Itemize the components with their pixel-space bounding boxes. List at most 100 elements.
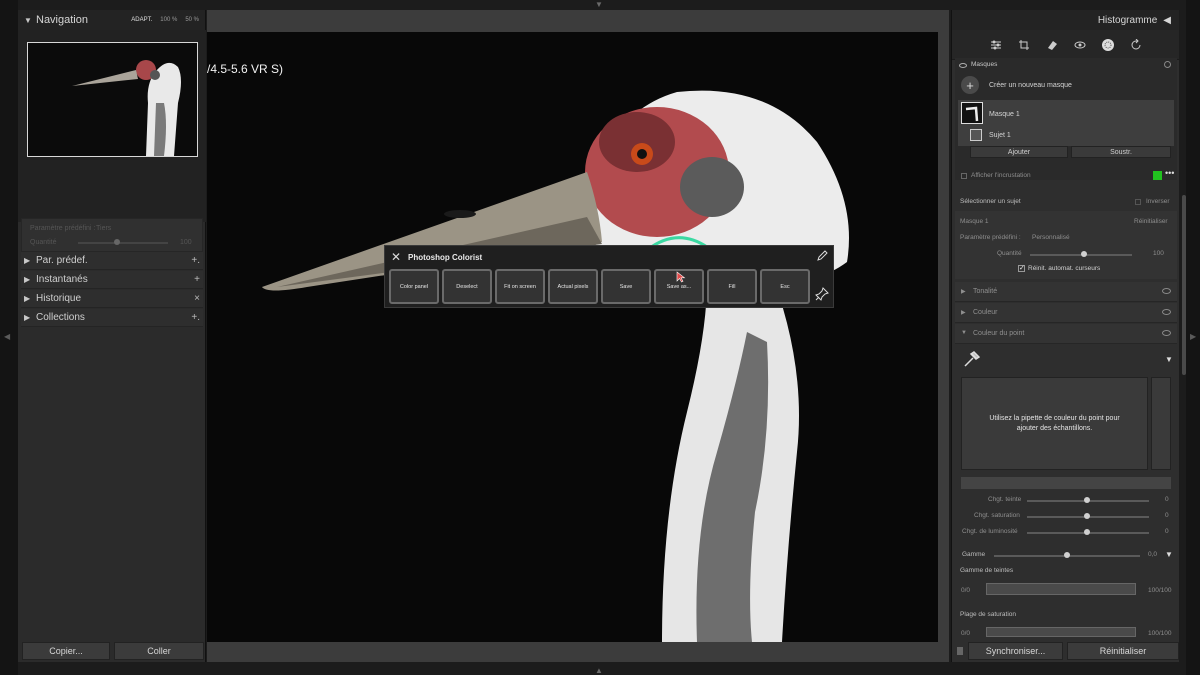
heal-eraser-icon[interactable] (1045, 38, 1059, 52)
fit-on-screen-button[interactable]: Fit on screen (495, 269, 545, 304)
collapse-triangle-icon[interactable]: ▼ (961, 330, 967, 336)
deselect-button[interactable]: Deselect (442, 269, 492, 304)
overlay-color-swatch[interactable] (1153, 171, 1162, 180)
subtract-button[interactable]: Soustr. (1071, 146, 1171, 158)
hue-shift-label: Chgt. teinte (988, 496, 1022, 503)
subject-icon[interactable] (970, 129, 982, 141)
histogram-title: Histogramme (1097, 14, 1158, 26)
range-knob[interactable] (1064, 552, 1070, 558)
crop-icon[interactable] (1017, 38, 1031, 52)
expand-triangle-icon[interactable]: ▶ (24, 313, 36, 322)
zoom-100-option[interactable]: 100 % (160, 17, 177, 23)
collapse-left-arrow-icon[interactable]: ◀ (4, 332, 10, 341)
faint-amount-knob (114, 239, 120, 245)
sat-shift-value: 0 (1165, 512, 1169, 519)
invert-checkbox[interactable] (1135, 199, 1141, 205)
right-panel-scrollbar[interactable] (1182, 195, 1186, 375)
mask-1-thumbnail[interactable] (961, 102, 983, 124)
collapse-bottom-arrow-icon[interactable]: ▲ (595, 666, 603, 675)
lum-shift-knob[interactable] (1084, 529, 1090, 535)
snapshots-section[interactable]: ▶ Instantanés + (21, 271, 203, 289)
zoom-50-option[interactable]: 50 % (185, 17, 199, 23)
actual-pixels-button[interactable]: Actual pixels (548, 269, 598, 304)
mask-reset-link[interactable]: Réinitialiser (1134, 218, 1168, 225)
collections-label: Collections (36, 312, 85, 323)
sat-range-bar[interactable] (986, 627, 1136, 637)
auto-reset-checkbox[interactable]: ✓ (1018, 265, 1025, 272)
masks-panel: Masques + Créer un nouveau masque Masque… (955, 58, 1177, 180)
preset-value[interactable]: Personnalisé (1032, 234, 1070, 241)
create-new-mask[interactable]: Créer un nouveau masque (989, 82, 1072, 89)
histogram-header[interactable]: Histogramme ◀ (952, 10, 1179, 30)
masking-icon[interactable] (1101, 38, 1115, 52)
edit-sliders-icon[interactable] (989, 38, 1003, 52)
mask-1-label[interactable]: Masque 1 (989, 111, 1020, 118)
expand-triangle-icon[interactable]: ▶ (24, 256, 36, 265)
add-snapshot-icon[interactable]: + (194, 274, 200, 285)
edit-pencil-icon[interactable] (816, 250, 828, 265)
crane-image (207, 32, 938, 642)
eye-icon[interactable] (1162, 330, 1171, 336)
collapse-triangle-icon[interactable]: ◀ (1163, 15, 1171, 26)
point-dropdown-icon[interactable]: ▼ (1165, 355, 1173, 364)
eye-icon[interactable] (1162, 288, 1171, 294)
masks-eye-icon[interactable] (959, 63, 967, 68)
amount-slider-knob[interactable] (1081, 251, 1087, 257)
crane-thumbnail-image (28, 43, 197, 156)
clear-history-icon[interactable]: × (194, 293, 200, 304)
point-color-section[interactable]: ▼ Couleur du point (955, 324, 1177, 344)
eyedropper-icon[interactable] (962, 350, 981, 371)
add-button[interactable]: Ajouter (970, 146, 1068, 158)
eye-icon[interactable] (1162, 309, 1171, 315)
esc-button[interactable]: Esc (760, 269, 810, 304)
show-overlay-checkbox[interactable] (961, 173, 967, 179)
hue-range-bar[interactable] (986, 583, 1136, 595)
masks-help-icon[interactable] (1164, 61, 1171, 68)
photoshop-colorist-panel: ✕ Photoshop Colorist Color panel Deselec… (384, 245, 834, 308)
crane-photo[interactable] (207, 32, 938, 642)
collapse-top-arrow-icon[interactable]: ▼ (595, 0, 603, 9)
select-subject-label[interactable]: Sélectionner un sujet (960, 198, 1021, 205)
copy-button[interactable]: Copier... (22, 642, 110, 660)
add-preset-icon[interactable]: +. (191, 255, 200, 266)
expand-triangle-icon[interactable]: ▶ (24, 275, 36, 284)
navigation-header[interactable]: ▼ Navigation ADAPT. 100 % 50 % (18, 10, 205, 30)
red-eye-icon[interactable] (1073, 38, 1087, 52)
add-collection-icon[interactable]: +. (191, 312, 200, 323)
point-side-box (1151, 377, 1171, 470)
sat-shift-knob[interactable] (1084, 513, 1090, 519)
zoom-fit-option[interactable]: ADAPT. (131, 17, 152, 23)
reset-rotate-icon[interactable] (1129, 38, 1143, 52)
collapse-triangle-icon[interactable]: ▼ (24, 16, 36, 25)
tonality-section[interactable]: ▶ Tonalité (955, 282, 1177, 302)
paste-button[interactable]: Coller (114, 642, 204, 660)
save-button[interactable]: Save (601, 269, 651, 304)
sync-toggle-icon[interactable] (957, 647, 963, 655)
faint-preset-label: Paramètre prédéfini : (30, 225, 96, 232)
navigation-title: Navigation (36, 14, 88, 26)
color-panel-button[interactable]: Color panel (389, 269, 439, 304)
collapse-right-arrow-icon[interactable]: ▶ (1190, 332, 1196, 341)
hue-shift-knob[interactable] (1084, 497, 1090, 503)
more-options-icon[interactable]: ••• (1165, 168, 1174, 178)
reset-button[interactable]: Réinitialiser (1067, 642, 1179, 660)
mask-1-row[interactable] (958, 100, 1174, 146)
left-panel: ▼ Navigation ADAPT. 100 % 50 % Paramètre… (18, 10, 206, 662)
color-section[interactable]: ▶ Couleur (955, 303, 1177, 323)
create-mask-plus-icon[interactable]: + (961, 76, 979, 94)
pin-icon[interactable] (815, 287, 829, 304)
presets-section[interactable]: ▶ Par. prédef. +. (21, 252, 203, 270)
history-section[interactable]: ▶ Historique × (21, 290, 203, 308)
collections-section[interactable]: ▶ Collections +. (21, 309, 203, 327)
expand-triangle-icon[interactable]: ▶ (961, 288, 966, 295)
close-icon[interactable]: ✕ (391, 250, 401, 264)
navigator-preview[interactable] (27, 42, 198, 157)
expand-triangle-icon[interactable]: ▶ (961, 309, 966, 316)
expand-triangle-icon[interactable]: ▶ (24, 294, 36, 303)
synchronize-button[interactable]: Synchroniser... (968, 642, 1063, 660)
show-overlay-label: Afficher l'incrustation (971, 172, 1031, 179)
fill-button[interactable]: Fill (707, 269, 757, 304)
subject-1-label[interactable]: Sujet 1 (989, 132, 1011, 139)
add-button-label: Ajouter (1007, 148, 1031, 156)
range-dropdown-icon[interactable]: ▼ (1165, 550, 1173, 559)
